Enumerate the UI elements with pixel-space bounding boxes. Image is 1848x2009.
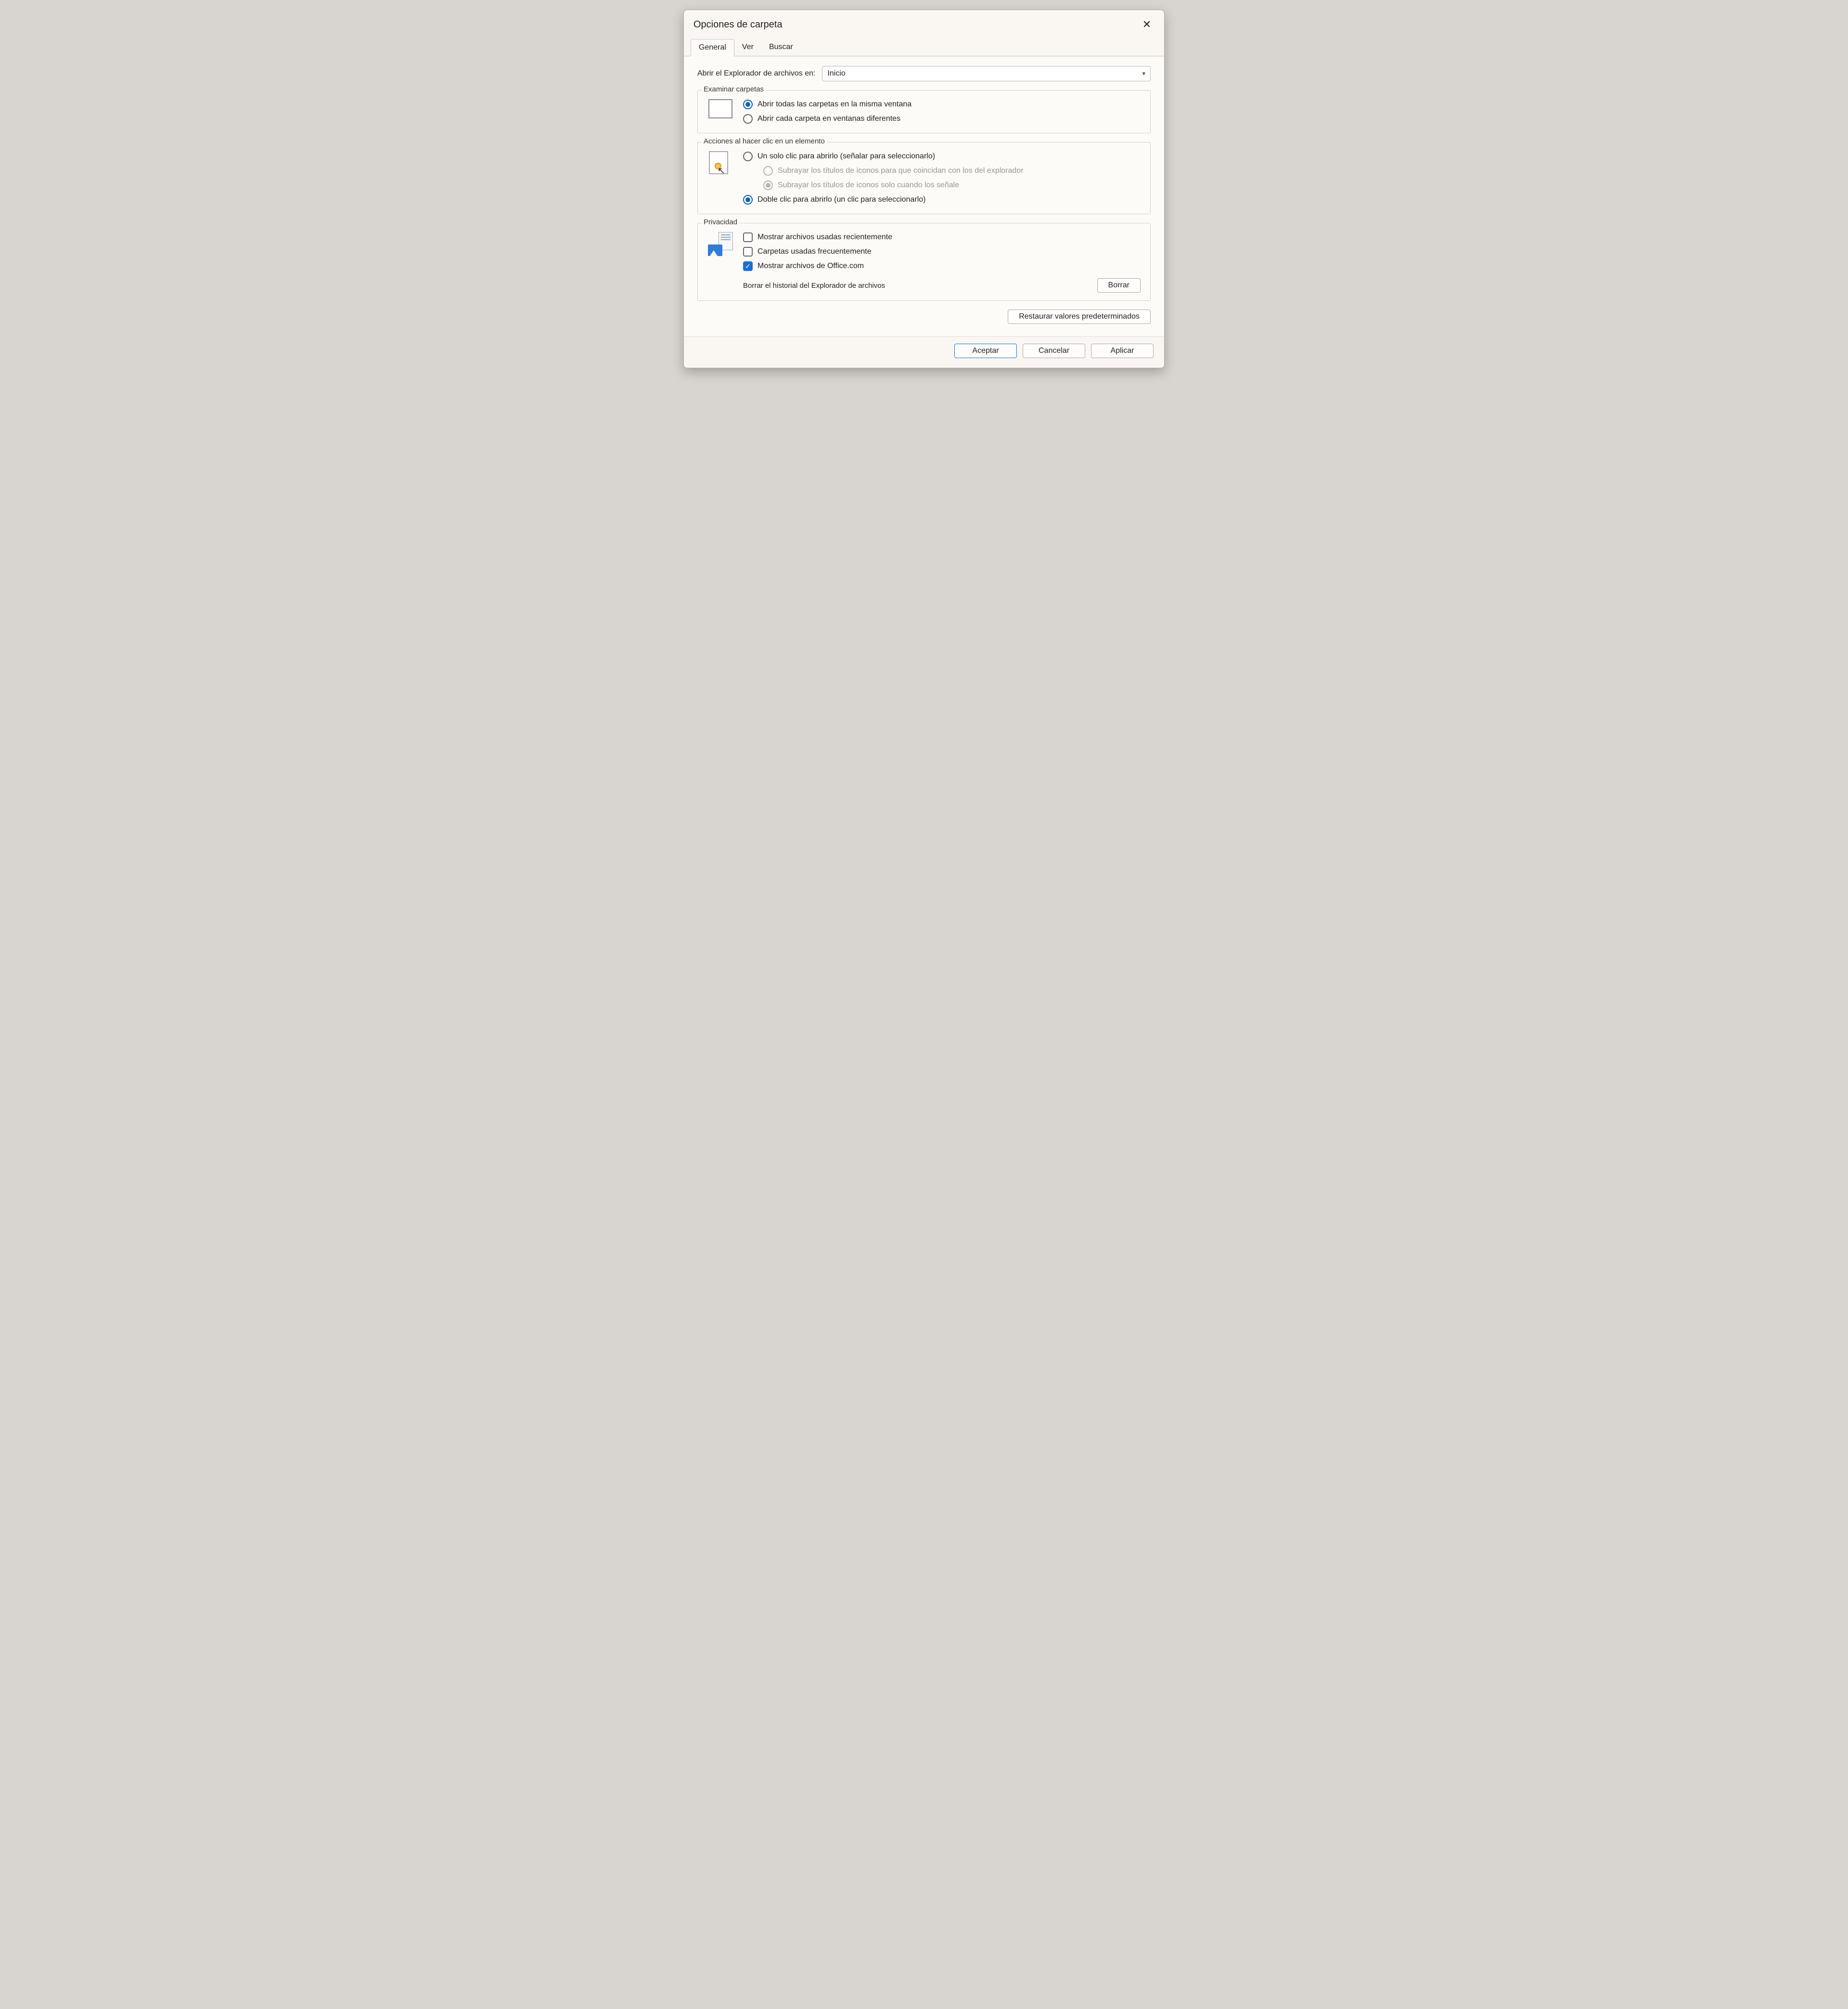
radio-icon xyxy=(743,114,753,124)
clear-history-label: Borrar el historial del Explorador de ar… xyxy=(743,282,885,290)
close-icon[interactable]: ✕ xyxy=(1139,17,1155,32)
group-click-title: Acciones al hacer clic en un elemento xyxy=(702,137,827,145)
chevron-down-icon: ▾ xyxy=(1142,70,1145,77)
group-privacy: Privacidad Mostrar archivos usadas recie… xyxy=(697,223,1151,301)
tab-view[interactable]: Ver xyxy=(734,39,761,56)
folder-options-dialog: Opciones de carpeta ✕ General Ver Buscar… xyxy=(683,10,1165,368)
open-explorer-label: Abrir el Explorador de archivos en: xyxy=(697,69,815,78)
open-explorer-row: Abrir el Explorador de archivos en: Inic… xyxy=(697,66,1151,81)
radio-same-window[interactable]: Abrir todas las carpetas en la misma ven… xyxy=(743,97,1143,112)
radio-icon xyxy=(743,100,753,109)
dialog-title: Opciones de carpeta xyxy=(693,19,783,30)
apply-button[interactable]: Aplicar xyxy=(1091,344,1154,358)
restore-defaults-button[interactable]: Restaurar valores predeterminados xyxy=(1008,309,1151,324)
browse-folders-icon xyxy=(705,97,736,126)
radio-underline-hover: Subrayar los títulos de iconos solo cuan… xyxy=(743,178,1143,193)
radio-single-click[interactable]: Un solo clic para abrirlo (señalar para … xyxy=(743,149,1143,164)
titlebar: Opciones de carpeta ✕ xyxy=(684,10,1164,39)
group-browse-folders: Examinar carpetas Abrir todas las carpet… xyxy=(697,90,1151,133)
privacy-icon xyxy=(705,230,736,273)
ok-button[interactable]: Aceptar xyxy=(954,344,1017,358)
tab-search[interactable]: Buscar xyxy=(761,39,801,56)
checkbox-icon xyxy=(743,261,753,271)
cancel-button[interactable]: Cancelar xyxy=(1023,344,1085,358)
group-click-actions: Acciones al hacer clic en un elemento ↖ … xyxy=(697,142,1151,214)
open-explorer-selected: Inicio xyxy=(827,69,845,78)
checkbox-frequent-folders[interactable]: Carpetas usadas frecuentemente xyxy=(743,245,1143,259)
click-actions-icon: ↖ xyxy=(705,149,736,207)
checkbox-office-files-label: Mostrar archivos de Office.com xyxy=(757,262,864,270)
radio-double-click-label: Doble clic para abrirlo (un clic para se… xyxy=(757,195,925,204)
radio-icon xyxy=(763,166,773,176)
radio-separate-windows-label: Abrir cada carpeta en ventanas diferente… xyxy=(757,115,900,123)
checkbox-office-files[interactable]: Mostrar archivos de Office.com xyxy=(743,259,1143,273)
radio-underline-browser-label: Subrayar los títulos de iconos para que … xyxy=(778,167,1024,175)
dialog-footer: Aceptar Cancelar Aplicar xyxy=(684,336,1164,368)
group-browse-title: Examinar carpetas xyxy=(702,85,766,93)
checkbox-frequent-folders-label: Carpetas usadas frecuentemente xyxy=(757,247,872,256)
radio-double-click[interactable]: Doble clic para abrirlo (un clic para se… xyxy=(743,193,1143,207)
tab-general[interactable]: General xyxy=(691,39,734,56)
checkbox-recent-files-label: Mostrar archivos usadas recientemente xyxy=(757,233,892,242)
checkbox-recent-files[interactable]: Mostrar archivos usadas recientemente xyxy=(743,230,1143,245)
open-explorer-combo[interactable]: Inicio ▾ xyxy=(822,66,1151,81)
radio-icon xyxy=(743,152,753,161)
radio-underline-hover-label: Subrayar los títulos de iconos solo cuan… xyxy=(778,181,959,190)
radio-separate-windows[interactable]: Abrir cada carpeta en ventanas diferente… xyxy=(743,112,1143,126)
radio-single-click-label: Un solo clic para abrirlo (señalar para … xyxy=(757,152,935,161)
tab-row: General Ver Buscar xyxy=(684,39,1164,56)
clear-history-button[interactable]: Borrar xyxy=(1097,278,1141,293)
radio-same-window-label: Abrir todas las carpetas en la misma ven… xyxy=(757,100,911,109)
radio-underline-browser: Subrayar los títulos de iconos para que … xyxy=(743,164,1143,178)
checkbox-icon xyxy=(743,232,753,242)
checkbox-icon xyxy=(743,247,753,257)
radio-icon xyxy=(763,180,773,190)
group-privacy-title: Privacidad xyxy=(702,218,739,226)
radio-icon xyxy=(743,195,753,205)
